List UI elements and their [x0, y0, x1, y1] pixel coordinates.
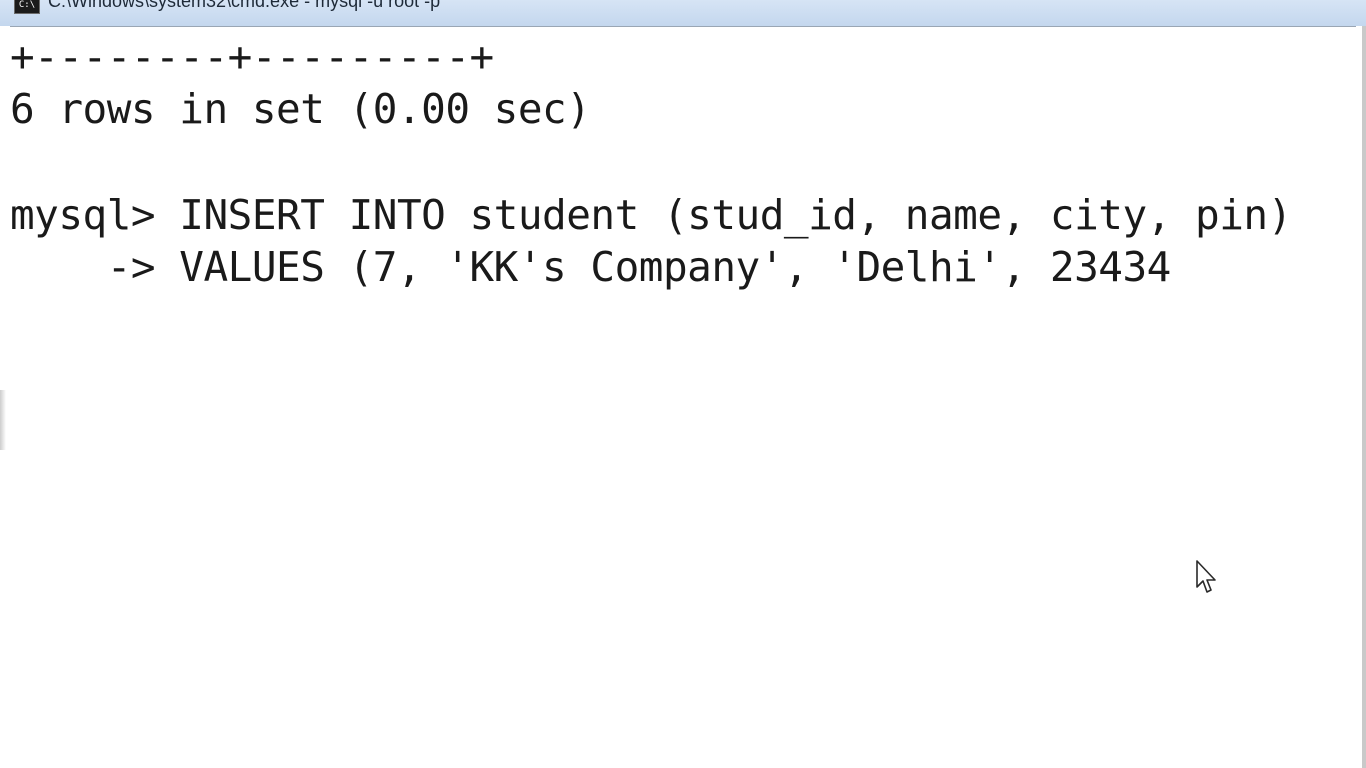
left-edge-shadow [0, 390, 6, 450]
rows-in-set-line: 6 rows in set (0.00 sec) [10, 85, 591, 133]
console-output[interactable]: +--------+---------+ 6 rows in set (0.00… [10, 26, 1356, 768]
cmd-icon: C:\ [14, 0, 40, 14]
table-border-line: +--------+---------+ [10, 33, 494, 81]
values-continuation-line: -> VALUES (7, 'KK's Company', 'Delhi', 2… [10, 243, 1172, 291]
cmd-window: C:\ C:\Windows\system32\cmd.exe - mysql … [0, 0, 1366, 768]
title-bar[interactable]: C:\ C:\Windows\system32\cmd.exe - mysql … [0, 0, 1366, 26]
window-right-border [1362, 26, 1366, 768]
mouse-pointer-icon [1196, 560, 1216, 593]
window-title: C:\Windows\system32\cmd.exe - mysql -u r… [48, 0, 441, 11]
insert-command-line: mysql> INSERT INTO student (stud_id, nam… [10, 191, 1292, 239]
